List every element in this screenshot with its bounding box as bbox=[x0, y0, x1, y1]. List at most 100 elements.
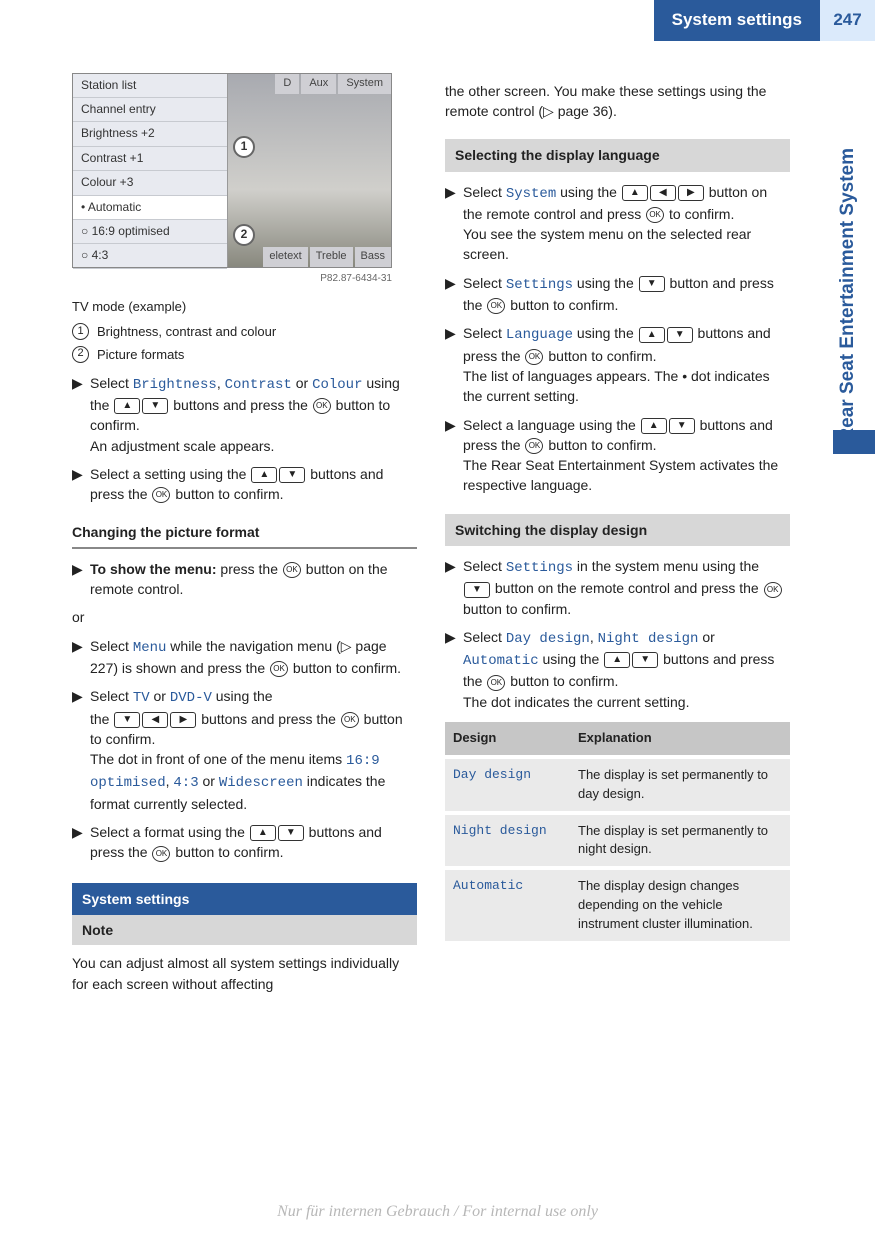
legend-row: 1 Brightness, contrast and colour bbox=[72, 323, 417, 342]
t: Select a language using the bbox=[463, 417, 640, 433]
down-key-icon: ▼ bbox=[632, 652, 658, 668]
grey-heading: Selecting the display language bbox=[445, 139, 790, 171]
image-caption: TV mode (example) bbox=[72, 298, 417, 317]
down-key-icon: ▼ bbox=[114, 712, 140, 728]
shot-item: Contrast +1 bbox=[73, 147, 227, 171]
up-key-icon: ▲ bbox=[622, 185, 648, 201]
shot-item: Station list bbox=[73, 74, 227, 98]
table-header: Explanation bbox=[570, 722, 790, 757]
grey-heading: Switching the display design bbox=[445, 514, 790, 546]
down-key-icon: ▼ bbox=[279, 467, 305, 483]
tv-screenshot: Station list Channel entry Brightness +2… bbox=[72, 73, 392, 268]
up-key-icon: ▲ bbox=[604, 652, 630, 668]
t: The dot indicates the current setting. bbox=[463, 694, 689, 710]
ui-term: Brightness bbox=[133, 377, 217, 393]
step: ▶ Select Settings using the ▼ button and… bbox=[445, 273, 790, 316]
shot-tab: Treble bbox=[310, 247, 353, 267]
t: Select bbox=[463, 629, 506, 645]
ui-term: Night design bbox=[598, 631, 699, 647]
side-tab-label: Rear Seat Entertainment System bbox=[834, 148, 862, 442]
t: button to confirm. bbox=[506, 673, 618, 689]
step: ▶ Select a setting using the ▲▼ buttons … bbox=[72, 464, 417, 505]
ok-key-icon: OK bbox=[646, 207, 664, 223]
t: Select bbox=[463, 275, 506, 291]
t: button to confirm. bbox=[506, 297, 618, 313]
page-header: System settings 247 bbox=[0, 0, 875, 41]
down-key-icon: ▼ bbox=[669, 418, 695, 434]
ui-term: Menu bbox=[133, 640, 167, 656]
t: button to confirm. bbox=[171, 486, 283, 502]
legend-text: Picture formats bbox=[97, 346, 184, 365]
left-key-icon: ◀ bbox=[142, 712, 168, 728]
ui-term: TV bbox=[133, 690, 150, 706]
up-key-icon: ▲ bbox=[251, 467, 277, 483]
ui-term: DVD-V bbox=[170, 690, 212, 706]
table-cell: Night design bbox=[445, 813, 570, 869]
callout-1-icon: 1 bbox=[233, 136, 255, 158]
legend-num-icon: 2 bbox=[72, 346, 89, 363]
table-cell: The display is set permanently to night … bbox=[570, 813, 790, 869]
ok-key-icon: OK bbox=[341, 712, 359, 728]
up-key-icon: ▲ bbox=[639, 327, 665, 343]
table-row: Day design The display is set permanentl… bbox=[445, 757, 790, 813]
right-key-icon: ▶ bbox=[170, 712, 196, 728]
ok-key-icon: OK bbox=[313, 398, 331, 414]
ok-key-icon: OK bbox=[270, 661, 288, 677]
t: or bbox=[292, 375, 312, 391]
t: Select a format using the bbox=[90, 824, 249, 840]
t: , bbox=[217, 375, 225, 391]
table-cell: Automatic bbox=[445, 868, 570, 941]
t: using the bbox=[573, 275, 638, 291]
t: Select a setting using the bbox=[90, 466, 250, 482]
t: buttons and press the bbox=[197, 711, 339, 727]
callout-2-icon: 2 bbox=[233, 224, 255, 246]
shot-item: • Automatic bbox=[73, 196, 227, 220]
step: ▶ Select a language using the ▲▼ buttons… bbox=[445, 415, 790, 496]
t: or bbox=[698, 629, 714, 645]
header-title: System settings bbox=[654, 0, 820, 41]
right-column: the other screen. You make these setting… bbox=[445, 73, 790, 1002]
step: ▶ Select System using the ▲◀▶ button on … bbox=[445, 182, 790, 265]
table-cell: Day design bbox=[445, 757, 570, 813]
ui-term: 4:3 bbox=[173, 775, 198, 791]
image-code: P82.87-6434-31 bbox=[72, 272, 392, 287]
shot-tab: eletext bbox=[263, 247, 307, 267]
left-column: Station list Channel entry Brightness +2… bbox=[72, 73, 417, 1002]
shot-tab: Bass bbox=[355, 247, 391, 267]
ok-key-icon: OK bbox=[764, 582, 782, 598]
up-key-icon: ▲ bbox=[641, 418, 667, 434]
subheading: Changing the picture format bbox=[72, 522, 417, 548]
left-key-icon: ◀ bbox=[650, 185, 676, 201]
ui-term: Language bbox=[506, 327, 573, 343]
down-key-icon: ▼ bbox=[142, 398, 168, 414]
t: Select bbox=[90, 688, 133, 704]
t: Select bbox=[90, 375, 133, 391]
shot-tab: Aux bbox=[301, 74, 336, 94]
legend-text: Brightness, contrast and colour bbox=[97, 323, 276, 342]
t: button on the remote control and press t… bbox=[491, 580, 763, 596]
t: button to confirm. bbox=[463, 601, 571, 617]
shot-item: Colour +3 bbox=[73, 171, 227, 195]
t: button to confirm. bbox=[171, 844, 283, 860]
note-body: You can adjust almost all system setting… bbox=[72, 953, 417, 994]
down-key-icon: ▼ bbox=[667, 327, 693, 343]
ok-key-icon: OK bbox=[525, 349, 543, 365]
t: using the bbox=[212, 688, 273, 704]
shot-tab: D bbox=[275, 74, 299, 94]
shot-item: ○ 4:3 bbox=[73, 244, 227, 268]
side-tab-marker bbox=[833, 430, 875, 454]
ui-term: Settings bbox=[506, 277, 573, 293]
t: or bbox=[150, 688, 170, 704]
ok-key-icon: OK bbox=[487, 675, 505, 691]
ui-term: Colour bbox=[312, 377, 362, 393]
t: button to confirm. bbox=[289, 660, 401, 676]
t: Select bbox=[463, 184, 506, 200]
or-label: or bbox=[72, 607, 417, 627]
ok-key-icon: OK bbox=[283, 562, 301, 578]
step: ▶ To show the menu: press the OK button … bbox=[72, 559, 417, 600]
ui-term: Settings bbox=[506, 560, 573, 576]
step: ▶ Select Menu while the navigation menu … bbox=[72, 636, 417, 679]
t: in the system menu using the bbox=[573, 558, 759, 574]
t: The list of languages appears. The • dot… bbox=[463, 368, 770, 404]
t: Select bbox=[463, 325, 506, 341]
